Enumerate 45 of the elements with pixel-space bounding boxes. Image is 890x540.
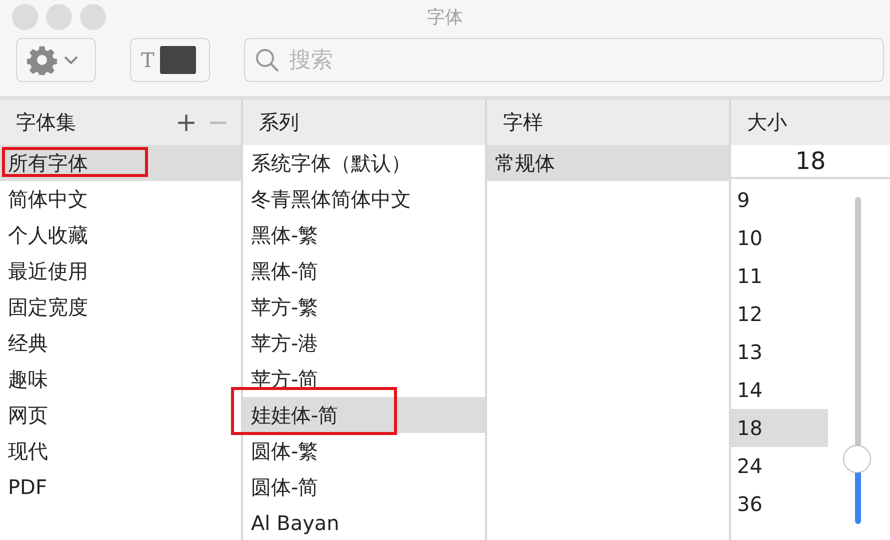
slider-thumb[interactable] bbox=[843, 444, 871, 473]
list-item[interactable]: 12 bbox=[731, 295, 828, 333]
minimize-button[interactable] bbox=[46, 4, 72, 30]
list-item[interactable]: 苹方-繁 bbox=[243, 289, 485, 325]
list-item[interactable]: 最近使用 bbox=[0, 253, 241, 289]
color-swatch bbox=[160, 46, 196, 74]
list-item[interactable]: 36 bbox=[731, 485, 828, 523]
window-title: 字体 bbox=[427, 6, 463, 29]
list-item[interactable]: 常规体 bbox=[487, 145, 729, 181]
list-item[interactable]: 10 bbox=[731, 219, 828, 257]
search-icon bbox=[254, 47, 280, 73]
list-item[interactable]: 简体中文 bbox=[0, 181, 241, 217]
action-menu-button[interactable] bbox=[16, 38, 96, 82]
gear-icon bbox=[27, 45, 57, 75]
list-item[interactable]: 11 bbox=[731, 257, 828, 295]
list-item[interactable]: 9 bbox=[731, 181, 828, 219]
list-item[interactable]: 24 bbox=[731, 447, 828, 485]
list-item[interactable]: 娃娃体-简 bbox=[243, 397, 485, 433]
list-item[interactable]: 圆体-繁 bbox=[243, 433, 485, 469]
column-header: 系列 bbox=[259, 109, 300, 136]
list-item[interactable]: 苹方-港 bbox=[243, 325, 485, 361]
list-item[interactable]: 18 bbox=[731, 409, 828, 447]
column-header: 字样 bbox=[503, 109, 544, 136]
list-item[interactable]: 13 bbox=[731, 333, 828, 371]
list-item[interactable]: 系统字体（默认） bbox=[243, 145, 485, 181]
close-button[interactable] bbox=[12, 4, 38, 30]
add-button[interactable]: + bbox=[173, 108, 200, 138]
list-item[interactable]: 圆体-简 bbox=[243, 469, 485, 505]
column-header: 字体集 bbox=[16, 109, 77, 136]
chevron-down-icon bbox=[63, 55, 79, 65]
list-item[interactable]: 黑体-简 bbox=[243, 253, 485, 289]
list-item[interactable]: 黑体-繁 bbox=[243, 217, 485, 253]
list-item[interactable]: 经典 bbox=[0, 325, 241, 361]
list-item[interactable]: 固定宽度 bbox=[0, 289, 241, 325]
column-header: 大小 bbox=[747, 109, 788, 136]
list-item[interactable]: 冬青黑体简体中文 bbox=[243, 181, 485, 217]
list-item[interactable]: 现代 bbox=[0, 433, 241, 469]
list-item[interactable]: Al Bayan bbox=[243, 505, 485, 540]
list-item[interactable]: 14 bbox=[731, 371, 828, 409]
list-item[interactable]: 网页 bbox=[0, 397, 241, 433]
search-field[interactable]: 搜索 bbox=[244, 38, 884, 82]
zoom-button[interactable] bbox=[80, 4, 106, 30]
list-item[interactable]: 趣味 bbox=[0, 361, 241, 397]
list-item[interactable]: PDF bbox=[0, 469, 241, 505]
list-item[interactable]: 个人收藏 bbox=[0, 217, 241, 253]
